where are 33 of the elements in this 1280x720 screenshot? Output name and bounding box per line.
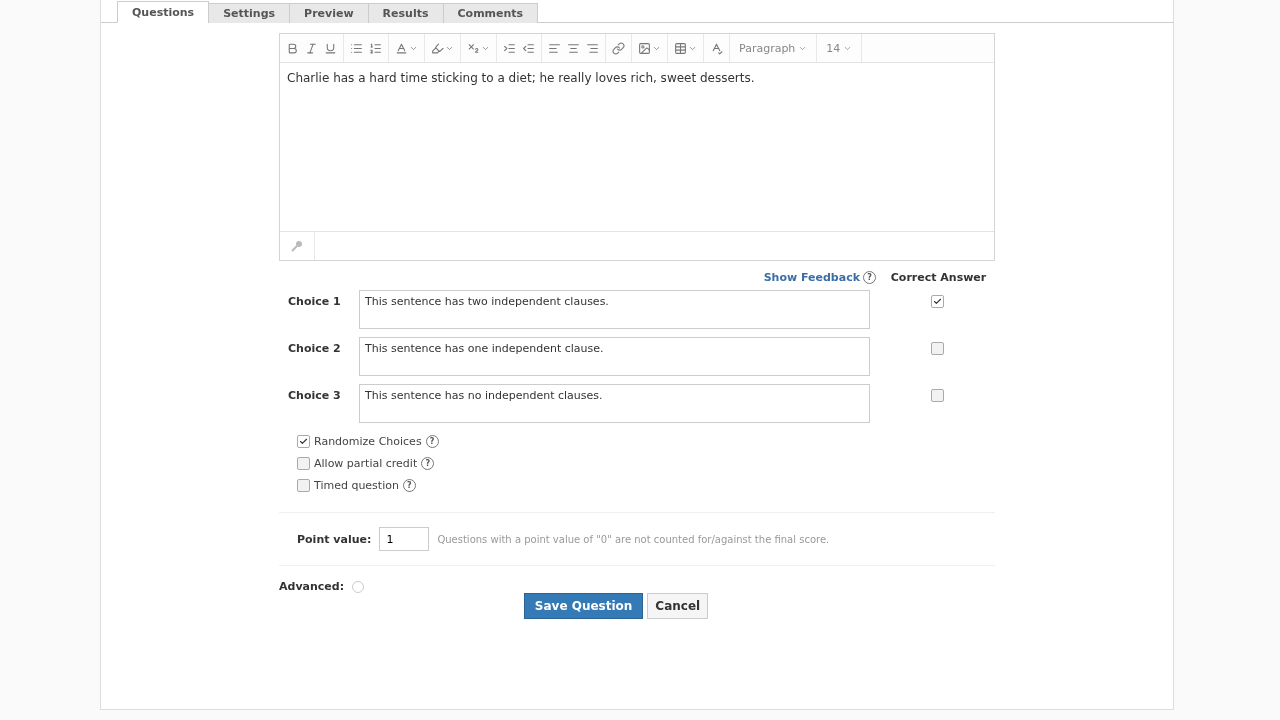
cancel-button[interactable]: Cancel bbox=[647, 593, 709, 619]
choice-label: Choice 3 bbox=[287, 388, 342, 402]
column-header: Correct Answer bbox=[889, 271, 988, 284]
choice-label: Choice 2 bbox=[287, 341, 342, 355]
save-question-button[interactable]: Save Question bbox=[523, 593, 644, 619]
option-checkbox[interactable] bbox=[297, 435, 310, 448]
option-label: Timed question bbox=[314, 479, 399, 492]
check-icon bbox=[933, 297, 942, 306]
choice-field[interactable]: This sentence has one independent clause. bbox=[359, 337, 870, 376]
option-checkbox[interactable] bbox=[297, 479, 310, 492]
option-label: Allow partial credit bbox=[314, 457, 418, 470]
point-value-field[interactable]: 1 bbox=[379, 527, 430, 551]
tab[interactable]: Questions bbox=[117, 1, 210, 23]
option-checkbox[interactable] bbox=[297, 457, 310, 470]
tab[interactable]: Comments bbox=[442, 3, 539, 23]
tab[interactable]: Preview bbox=[289, 3, 369, 23]
advanced-label: Advanced: bbox=[279, 580, 345, 593]
format-dropdown[interactable]: Paragraph bbox=[734, 41, 813, 55]
editor-text[interactable]: Charlie has a hard time sticking to a diet; he really loves rich, sweet desserts. bbox=[280, 63, 994, 231]
show-feedback-link[interactable]: Show Feedback ? bbox=[763, 271, 876, 284]
choice-field[interactable]: This sentence has two independent clauses. bbox=[359, 290, 870, 329]
tab[interactable]: Settings bbox=[208, 3, 291, 23]
point-value-hint: Questions with a point value of "0" are not counted for/against the final score. bbox=[437, 533, 830, 545]
choice-field[interactable]: This sentence has no independent clauses. bbox=[359, 384, 870, 423]
point-value-label: Point value: bbox=[297, 532, 372, 546]
correct-checkbox[interactable] bbox=[931, 389, 944, 402]
option-label: Randomize Choices bbox=[314, 435, 422, 448]
correct-checkbox[interactable] bbox=[931, 295, 944, 308]
tab[interactable]: Results bbox=[367, 3, 444, 23]
check-icon bbox=[299, 437, 308, 446]
correct-checkbox[interactable] bbox=[931, 342, 944, 355]
key-icon bbox=[291, 240, 303, 252]
choice-label: Choice 1 bbox=[287, 294, 342, 308]
